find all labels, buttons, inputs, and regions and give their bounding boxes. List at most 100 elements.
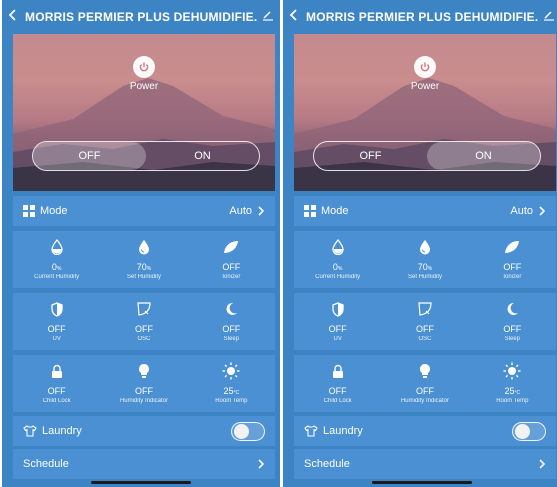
device-title: MORRIS PERMIER PLUS DEHUMIDIFIE... bbox=[25, 10, 258, 24]
pencil-icon[interactable] bbox=[539, 8, 555, 26]
humidity-indicator-label: Humidity Indicator bbox=[400, 398, 449, 404]
sun-icon bbox=[222, 362, 240, 380]
phone-screen-right: MORRIS PERMIER PLUS DEHUMIDIFIE... Power… bbox=[283, 0, 557, 487]
uv-cell[interactable]: OFF UV bbox=[294, 293, 381, 350]
room-temp-unit: °C bbox=[233, 390, 240, 396]
set-humidity-cell[interactable]: 70% Set Humidity bbox=[100, 231, 187, 288]
ionizer-label: Ionizer bbox=[222, 274, 241, 280]
set-humidity-label: Set Humidity bbox=[126, 274, 161, 280]
room-temp-cell: 25°C Room Temp bbox=[188, 355, 275, 412]
power-toggle[interactable]: OFF ON bbox=[313, 141, 541, 171]
device-title: MORRIS PERMIER PLUS DEHUMIDIFIE... bbox=[306, 10, 539, 24]
set-humidity-label: Set Humidity bbox=[407, 274, 442, 280]
bulb-icon bbox=[138, 362, 150, 380]
child-lock-value: OFF bbox=[47, 386, 66, 396]
mode-row[interactable]: Mode Auto bbox=[13, 196, 275, 226]
ionizer-cell[interactable]: OFF Ionizer bbox=[469, 231, 556, 288]
switch-knob bbox=[234, 424, 249, 439]
mode-row[interactable]: Mode Auto bbox=[294, 196, 556, 226]
osc-cell[interactable]: OFF OSC bbox=[381, 293, 468, 350]
power-icon bbox=[420, 62, 430, 72]
shield-icon bbox=[332, 300, 344, 318]
osc-cell[interactable]: OFF OSC bbox=[100, 293, 187, 350]
sun-icon bbox=[503, 362, 521, 380]
status-grid-2: OFF UV OFF OSC OFF Sleep bbox=[13, 293, 275, 350]
humidity-indicator-label: Humidity Indicator bbox=[119, 398, 168, 404]
power-label: Power bbox=[410, 81, 440, 92]
hero-panel: Power OFF ON bbox=[13, 34, 275, 191]
power-button[interactable] bbox=[133, 56, 155, 78]
laundry-switch[interactable] bbox=[231, 421, 265, 441]
room-temp-label: Room Temp bbox=[496, 398, 529, 404]
status-grid-3: OFF Child Lock OFF Humidity Indicator 25… bbox=[13, 355, 275, 412]
chevron-right-icon bbox=[539, 459, 546, 469]
ionizer-value: OFF bbox=[503, 262, 522, 272]
child-lock-value: OFF bbox=[328, 386, 347, 396]
chevron-right-icon bbox=[258, 459, 265, 469]
toggle-off[interactable]: OFF bbox=[314, 142, 427, 170]
sleep-label: Sleep bbox=[504, 336, 520, 342]
osc-value: OFF bbox=[415, 324, 434, 334]
power-toggle[interactable]: OFF ON bbox=[32, 141, 260, 171]
chevron-left-icon[interactable] bbox=[8, 8, 22, 26]
lock-icon bbox=[51, 362, 63, 380]
mode-label: Mode bbox=[321, 205, 349, 217]
schedule-label: Schedule bbox=[304, 458, 350, 470]
set-humidity-unit: % bbox=[427, 266, 433, 272]
sleep-value: OFF bbox=[222, 324, 241, 334]
humidity-indicator-value: OFF bbox=[134, 386, 153, 396]
pencil-icon[interactable] bbox=[258, 8, 274, 26]
power-button[interactable] bbox=[414, 56, 436, 78]
header-bar: MORRIS PERMIER PLUS DEHUMIDIFIE... bbox=[283, 0, 557, 34]
shield-icon bbox=[51, 300, 63, 318]
child-lock-label: Child Lock bbox=[42, 398, 71, 404]
toggle-off[interactable]: OFF bbox=[33, 142, 146, 170]
grid-icon bbox=[304, 205, 316, 217]
sleep-cell[interactable]: OFF Sleep bbox=[188, 293, 275, 350]
droplet-filled-icon bbox=[138, 238, 150, 256]
current-humidity-label: Current Humidity bbox=[34, 274, 80, 280]
uv-label: UV bbox=[52, 336, 61, 342]
set-humidity-cell[interactable]: 70% Set Humidity bbox=[381, 231, 468, 288]
sleep-cell[interactable]: OFF Sleep bbox=[469, 293, 556, 350]
shirt-icon bbox=[23, 425, 37, 437]
droplet-outline-icon bbox=[51, 238, 63, 256]
schedule-row[interactable]: Schedule bbox=[13, 449, 275, 479]
chevron-left-icon[interactable] bbox=[289, 8, 303, 26]
uv-cell[interactable]: OFF UV bbox=[13, 293, 100, 350]
sleep-value: OFF bbox=[503, 324, 522, 334]
uv-value: OFF bbox=[328, 324, 347, 334]
child-lock-label: Child Lock bbox=[323, 398, 352, 404]
leaf-icon bbox=[223, 238, 239, 256]
power-label: Power bbox=[129, 81, 159, 92]
toggle-on[interactable]: ON bbox=[146, 142, 259, 170]
toggle-on[interactable]: ON bbox=[427, 142, 540, 170]
status-grid-3: OFF Child Lock OFF Humidity Indicator 25… bbox=[294, 355, 556, 412]
laundry-switch[interactable] bbox=[512, 421, 546, 441]
swing-icon bbox=[417, 300, 433, 318]
shirt-icon bbox=[304, 425, 318, 437]
uv-value: OFF bbox=[47, 324, 66, 334]
laundry-label: Laundry bbox=[42, 425, 82, 437]
humidity-indicator-cell[interactable]: OFF Humidity Indicator bbox=[100, 355, 187, 412]
humidity-indicator-cell[interactable]: OFF Humidity Indicator bbox=[381, 355, 468, 412]
moon-icon bbox=[224, 300, 238, 318]
child-lock-cell[interactable]: OFF Child Lock bbox=[13, 355, 100, 412]
child-lock-cell[interactable]: OFF Child Lock bbox=[294, 355, 381, 412]
ionizer-value: OFF bbox=[222, 262, 241, 272]
current-humidity-cell: 0% Current Humidity bbox=[13, 231, 100, 288]
current-humidity-unit: % bbox=[56, 266, 62, 272]
ionizer-cell[interactable]: OFF Ionizer bbox=[188, 231, 275, 288]
laundry-row: Laundry bbox=[13, 416, 275, 446]
schedule-row[interactable]: Schedule bbox=[294, 449, 556, 479]
hero-panel: Power OFF ON bbox=[294, 34, 556, 191]
current-humidity-cell: 0% Current Humidity bbox=[294, 231, 381, 288]
grid-icon bbox=[23, 205, 35, 217]
home-indicator bbox=[372, 481, 472, 484]
status-grid-1: 0% Current Humidity 70% Set Humidity OFF… bbox=[13, 231, 275, 288]
switch-knob bbox=[515, 424, 530, 439]
droplet-filled-icon bbox=[419, 238, 431, 256]
chevron-right-icon bbox=[258, 206, 265, 216]
room-temp-value: 25 bbox=[504, 386, 515, 396]
osc-value: OFF bbox=[134, 324, 153, 334]
